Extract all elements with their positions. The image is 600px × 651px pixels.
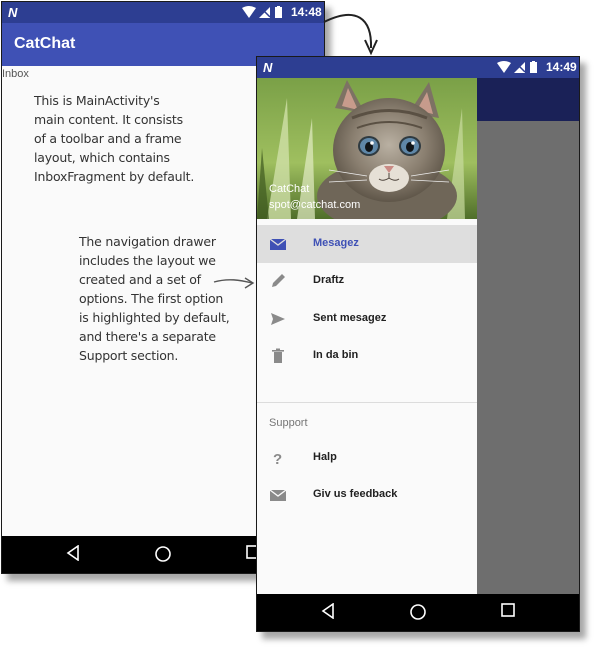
drawer-open-phone: N 14:49 CatChat spot@catchat.com Mesagez… <box>256 56 580 632</box>
mail-icon <box>269 489 287 501</box>
mail-icon <box>269 238 287 250</box>
annotation-line: InboxFragment by default. <box>34 169 195 184</box>
status-icons <box>497 61 537 73</box>
annotation-line: and there's a separate <box>79 329 216 344</box>
drawer-item-halp[interactable]: ? Halp <box>257 439 477 477</box>
header-email: spot@catchat.com <box>269 199 361 211</box>
drawer-item-draftz[interactable]: Draftz <box>257 262 477 300</box>
drawer-item-giv-us-feedback[interactable]: Giv us feedback <box>257 476 477 514</box>
drawer-item-label: Halp <box>313 451 337 463</box>
annotation-line: created and a set of <box>79 272 201 287</box>
system-nav-bar <box>257 594 579 631</box>
drawer-item-label: Sent mesagez <box>313 312 387 324</box>
notification-n-icon: N <box>263 60 273 75</box>
annotation-line: options. The first option <box>79 291 224 306</box>
support-section-title: Support <box>269 417 308 429</box>
annotation-line: of a toolbar and a frame <box>34 131 182 146</box>
svg-text:?: ? <box>273 451 282 466</box>
wifi-icon <box>497 61 511 73</box>
drawer-item-mesagez[interactable]: Mesagez <box>257 225 477 263</box>
help-icon: ? <box>273 451 282 466</box>
drawer-item-label: Mesagez <box>313 237 359 249</box>
kitten-header-image <box>257 78 477 219</box>
home-icon[interactable] <box>409 603 427 621</box>
drawer-item-label: Draftz <box>313 274 345 286</box>
main-content-annotation: This is MainActivity's main content. It … <box>34 91 224 186</box>
transition-arrow <box>323 13 373 49</box>
drawer-header: CatChat spot@catchat.com <box>257 78 477 219</box>
drawer-item-sent-mesagez[interactable]: Sent mesagez <box>257 300 477 338</box>
annotation-line: includes the layout we <box>79 253 216 268</box>
status-time: 14:49 <box>546 60 577 74</box>
annotation-line: main content. It consists <box>34 112 183 127</box>
drawer-divider <box>257 402 477 403</box>
annotation-line: is highlighted by default, <box>79 310 230 325</box>
status-bar: N 14:49 <box>257 57 579 78</box>
navigation-drawer: CatChat spot@catchat.com Mesagez Draftz … <box>257 78 477 594</box>
annotation-line: The navigation drawer <box>79 234 216 249</box>
annotation-line: This is MainActivity's <box>34 93 160 108</box>
drawer-item-in-da-bin[interactable]: In da bin <box>257 337 477 375</box>
send-icon <box>271 313 285 325</box>
battery-icon <box>530 62 537 73</box>
trash-icon <box>272 348 284 363</box>
drawer-annotation: The navigation drawer includes the layou… <box>79 232 239 365</box>
annotation-line: Support section. <box>79 348 179 363</box>
pencil-icon <box>272 274 285 287</box>
drawer-item-label: Giv us feedback <box>313 488 398 500</box>
recents-icon[interactable] <box>501 603 515 617</box>
back-icon[interactable] <box>321 603 335 619</box>
drawer-item-label: In da bin <box>313 349 359 361</box>
annotation-line: layout, which contains <box>34 150 170 165</box>
header-app-name: CatChat <box>269 183 310 195</box>
